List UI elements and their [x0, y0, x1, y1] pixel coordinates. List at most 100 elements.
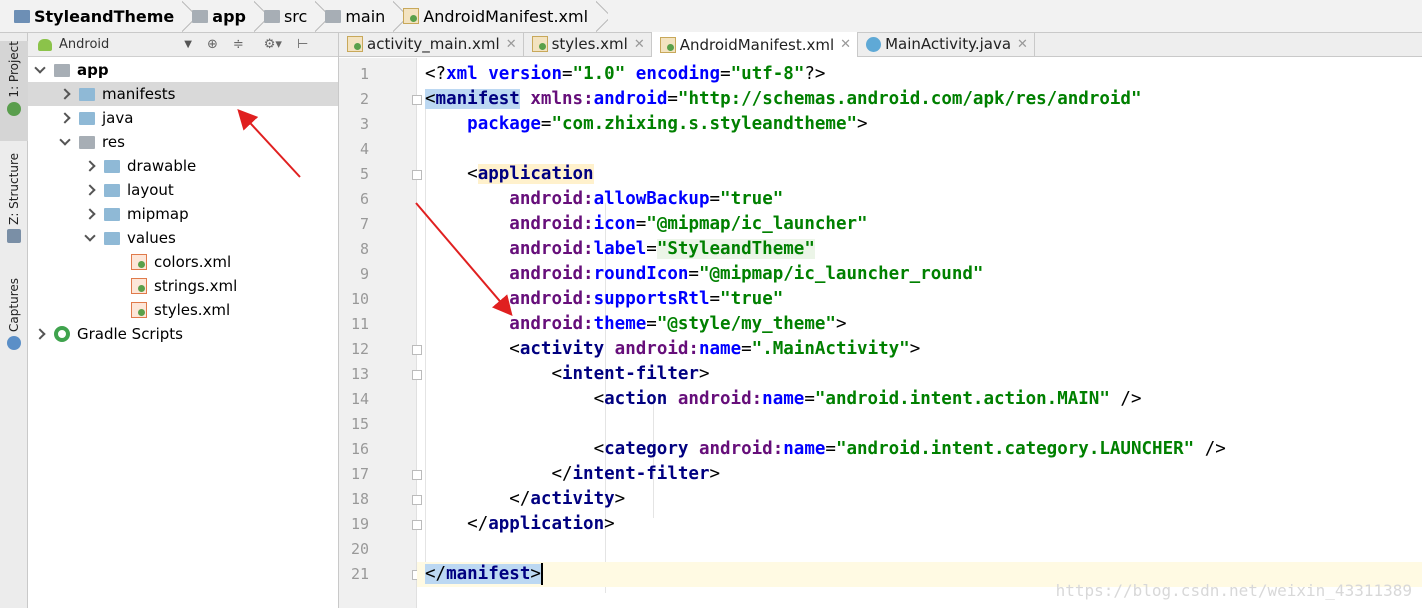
- folder-icon: [104, 183, 120, 197]
- close-icon[interactable]: ✕: [840, 37, 851, 52]
- chevron-right-icon[interactable]: [84, 184, 96, 196]
- module-folder-icon: [192, 9, 209, 23]
- code-line-17: </intent-filter>: [551, 464, 721, 484]
- tool-window-bar: 1: Project Z: Structure Captures: [0, 33, 28, 608]
- xml-file-icon: [347, 36, 363, 52]
- line-number: 10: [350, 290, 369, 308]
- hide-panel-icon[interactable]: ⊢: [297, 37, 308, 52]
- chevron-right-icon[interactable]: [59, 88, 71, 100]
- line-number: 16: [350, 440, 369, 458]
- tree-item-label: java: [102, 109, 134, 127]
- line-number: 4: [359, 140, 369, 158]
- line-number: 13: [350, 365, 369, 383]
- tree-item-gradle-scripts[interactable]: Gradle Scripts: [28, 322, 338, 346]
- breadcrumb-item-main[interactable]: main: [321, 0, 399, 33]
- tree-item-label: app: [77, 61, 109, 79]
- tree-item-values[interactable]: values: [28, 226, 338, 250]
- tree-item-colors-xml[interactable]: colors.xml: [28, 250, 338, 274]
- line-number-gutter: 1 2 3 4 5 6 7 8 9 10 11 12 13 14 15 16 1…: [339, 58, 422, 608]
- tree-item-manifests[interactable]: manifests: [28, 82, 338, 106]
- tree-item-app[interactable]: app: [28, 58, 338, 82]
- java-class-icon: [866, 36, 882, 52]
- tree-item-res[interactable]: res: [28, 130, 338, 154]
- folder-icon: [263, 9, 280, 23]
- line-number: 15: [350, 415, 369, 433]
- folder-icon: [79, 111, 95, 125]
- chevron-down-icon[interactable]: [34, 62, 46, 74]
- code-editor[interactable]: <?xml version="1.0" encoding="utf-8"?> <…: [417, 58, 1422, 608]
- chevron-down-icon[interactable]: ▼: [184, 39, 192, 50]
- tree-item-drawable[interactable]: drawable: [28, 154, 338, 178]
- chevron-right-icon[interactable]: [59, 112, 71, 124]
- res-folder-icon: [79, 135, 95, 149]
- captures-tool-icon: [7, 335, 21, 350]
- code-line-2: <manifest xmlns:android="http://schemas.…: [425, 89, 1142, 109]
- tree-item-label: drawable: [127, 157, 197, 175]
- line-number: 9: [359, 265, 369, 283]
- tool-tab-structure[interactable]: Z: Structure: [0, 153, 28, 253]
- breadcrumb-item-src[interactable]: src: [260, 0, 321, 33]
- tree-item-styles-xml[interactable]: styles.xml: [28, 298, 338, 322]
- chevron-right-icon[interactable]: [84, 208, 96, 220]
- code-line-14: <action android:name="android.intent.act…: [593, 389, 1142, 409]
- breadcrumb-item-app[interactable]: app: [188, 0, 260, 33]
- breadcrumb-item-manifest[interactable]: AndroidManifest.xml: [399, 0, 602, 33]
- collapse-all-icon[interactable]: ≑: [233, 37, 244, 52]
- close-icon[interactable]: ✕: [1017, 37, 1028, 52]
- folder-icon: [79, 87, 95, 101]
- tab-main-activity[interactable]: MainActivity.java ✕: [858, 32, 1035, 56]
- tree-item-mipmap[interactable]: mipmap: [28, 202, 338, 226]
- tab-android-manifest[interactable]: AndroidManifest.xml ✕: [651, 32, 859, 57]
- close-icon[interactable]: ✕: [634, 37, 645, 52]
- tree-item-label: Gradle Scripts: [77, 325, 183, 343]
- tree-item-strings-xml[interactable]: strings.xml: [28, 274, 338, 298]
- chevron-down-icon[interactable]: [59, 134, 71, 146]
- editor-tabs: activity_main.xml ✕ styles.xml ✕ Android…: [339, 32, 1422, 57]
- tree-item-label: manifests: [102, 85, 176, 103]
- tree-item-label: values: [127, 229, 176, 247]
- tool-tab-captures[interactable]: Captures: [0, 278, 28, 358]
- editor-area: activity_main.xml ✕ styles.xml ✕ Android…: [339, 32, 1422, 608]
- xml-file-icon: [131, 302, 147, 318]
- tab-activity-main[interactable]: activity_main.xml ✕: [339, 32, 524, 56]
- tab-styles[interactable]: styles.xml ✕: [524, 32, 652, 56]
- line-number: 18: [350, 490, 369, 508]
- code-line-7: android:icon="@mipmap/ic_launcher": [509, 214, 868, 234]
- line-number: 5: [359, 165, 369, 183]
- xml-file-icon: [131, 278, 147, 294]
- tool-tab-project[interactable]: 1: Project: [0, 41, 28, 141]
- line-number: 19: [350, 515, 369, 533]
- chevron-down-icon[interactable]: [84, 230, 96, 242]
- watermark: https://blog.csdn.net/weixin_43311389: [1055, 581, 1412, 600]
- line-number: 2: [359, 90, 369, 108]
- line-number: 7: [359, 215, 369, 233]
- code-line-9: android:roundIcon="@mipmap/ic_launcher_r…: [509, 264, 984, 284]
- code-line-6: android:allowBackup="true": [509, 189, 784, 209]
- gear-icon[interactable]: ⚙▾: [264, 37, 282, 52]
- tree-item-layout[interactable]: layout: [28, 178, 338, 202]
- close-icon[interactable]: ✕: [506, 37, 517, 52]
- folder-icon: [104, 159, 120, 173]
- xml-file-icon: [531, 36, 548, 52]
- line-number: 3: [359, 115, 369, 133]
- tree-item-java[interactable]: java: [28, 106, 338, 130]
- line-number: 11: [350, 315, 369, 333]
- module-folder-icon: [54, 63, 70, 77]
- scroll-from-source-icon[interactable]: ⊕: [207, 37, 218, 52]
- project-toolbar: Android ▼ ⊕ ≑ ⚙▾ ⊢: [28, 33, 338, 57]
- view-mode-selector[interactable]: Android: [59, 37, 109, 52]
- code-line-18: </activity>: [509, 489, 626, 509]
- code-line-5: <application: [467, 164, 594, 184]
- android-icon: [38, 38, 52, 51]
- code-line-1: <?xml version="1.0" encoding="utf-8"?>: [425, 64, 826, 84]
- breadcrumb-item-project[interactable]: StyleandTheme: [10, 0, 188, 33]
- chevron-right-icon[interactable]: [84, 160, 96, 172]
- line-number: 20: [350, 540, 369, 558]
- tree-item-label: mipmap: [127, 205, 189, 223]
- code-line-3: package="com.zhixing.s.styleandtheme">: [467, 114, 868, 134]
- chevron-right-icon[interactable]: [34, 328, 46, 340]
- folder-icon: [104, 231, 120, 245]
- xml-file-icon: [131, 254, 147, 270]
- text-caret: [540, 563, 543, 585]
- line-number: 12: [350, 340, 369, 358]
